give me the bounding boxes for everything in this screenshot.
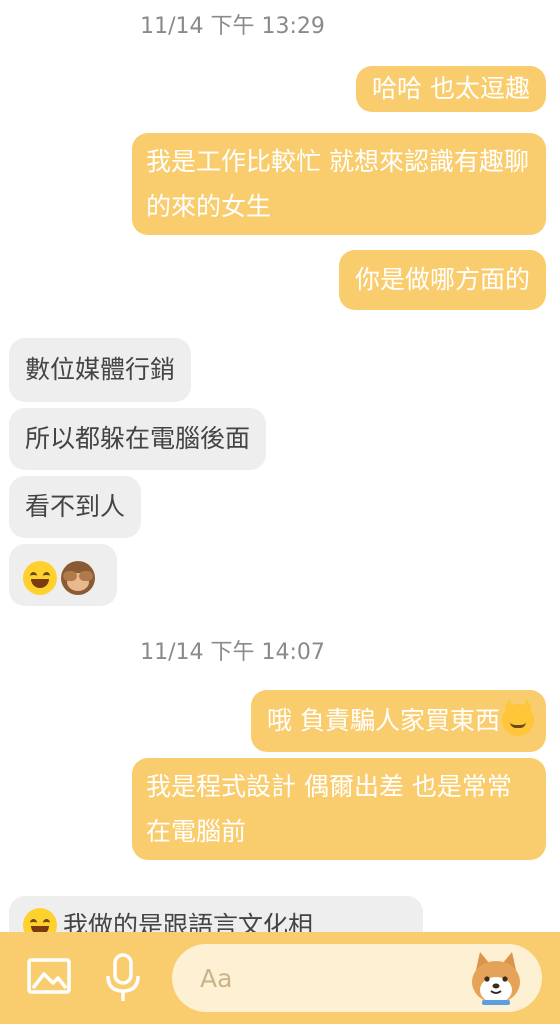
message-input[interactable]: Aa <box>172 944 542 1012</box>
message-outgoing[interactable]: 哈哈 也太逗趣 <box>356 66 546 112</box>
message-outgoing[interactable]: 你是做哪方面的 <box>338 250 546 310</box>
message-incoming[interactable]: 看不到人 <box>9 476 142 538</box>
message-incoming-emoji[interactable] <box>9 544 117 606</box>
message-incoming[interactable]: 數位媒體行銷 <box>9 338 192 402</box>
smiling-devil-emoji <box>502 699 534 736</box>
message-input-placeholder: Aa <box>200 964 233 993</box>
microphone-icon[interactable] <box>100 952 150 1006</box>
timestamp: 11/14 下午 13:29 <box>140 14 325 39</box>
message-incoming[interactable]: 所以都躲在電腦後面 <box>9 408 267 470</box>
see-no-evil-monkey-emoji <box>61 561 95 595</box>
message-outgoing[interactable]: 我是工作比較忙 就想來認識有趣聊的來的女生 <box>132 133 546 235</box>
message-incoming[interactable]: 我做的是跟語言文化相 <box>9 896 423 932</box>
message-outgoing[interactable]: 哦 負責騙人家買東西 <box>251 690 546 752</box>
shiba-sticker-icon[interactable] <box>464 948 528 1008</box>
message-text: 哦 負責騙人家買東西 <box>267 706 500 735</box>
grinning-sweat-emoji <box>23 908 57 932</box>
message-text: 我做的是跟語言文化相 <box>63 911 314 932</box>
chat-thread[interactable]: 11/14 下午 13:29 哈哈 也太逗趣 我是工作比較忙 就想來認識有趣聊的… <box>0 0 560 932</box>
grinning-sweat-emoji <box>23 561 57 595</box>
composer-bar: Aa <box>0 932 560 1024</box>
image-icon[interactable] <box>26 952 76 1006</box>
message-outgoing[interactable]: 我是程式設計 偶爾出差 也是常常在電腦前 <box>132 758 546 860</box>
timestamp: 11/14 下午 14:07 <box>140 640 325 665</box>
